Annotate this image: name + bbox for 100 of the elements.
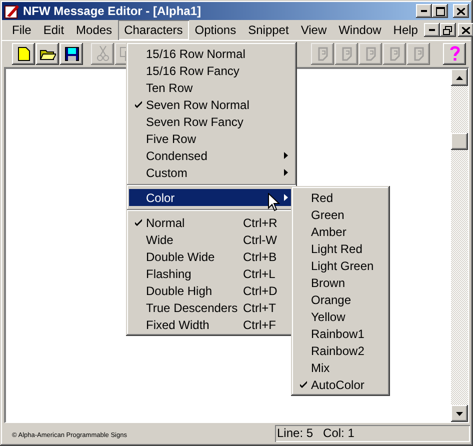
style-button[interactable]: [335, 42, 358, 64]
menu-option[interactable]: Rainbow1: [294, 325, 387, 342]
menu-option[interactable]: AutoColor: [294, 376, 387, 393]
menu-option[interactable]: Flashing Ctrl+L: [129, 265, 294, 282]
open-button[interactable]: [36, 42, 59, 64]
menu-label: Mix: [311, 360, 330, 376]
down-arrow-icon: [456, 412, 463, 416]
submenu-arrow-icon: [284, 194, 288, 201]
font-glyph-icon: [412, 46, 424, 60]
window-title: NFW Message Editor - [Alpha1]: [23, 3, 202, 20]
menu-item[interactable]: Modes: [70, 20, 118, 40]
menu-option[interactable]: Fixed Width Ctrl+F: [129, 316, 294, 333]
menu-option[interactable]: Double Wide Ctrl+B: [129, 248, 294, 265]
menu-option[interactable]: Light Red: [294, 240, 387, 257]
menu-label: AutoColor: [311, 376, 364, 394]
menu-label: Brown: [311, 274, 346, 292]
checkmark-icon: [135, 219, 142, 226]
menu-option[interactable]: Red: [294, 189, 387, 206]
menu-label: 15/16 Row Fancy: [146, 62, 240, 80]
minimize-button[interactable]: [416, 4, 432, 18]
style-button[interactable]: [311, 42, 334, 64]
menu-item[interactable]: Edit: [37, 20, 70, 40]
menu-label: True Descenders: [146, 300, 238, 316]
menu-label: Double Wide: [146, 248, 215, 266]
restore-button[interactable]: [440, 23, 456, 37]
menu-option[interactable]: Orange: [294, 291, 387, 308]
close-icon: [457, 8, 465, 14]
menu-label: Color: [146, 190, 175, 206]
menu-label: Light Green: [311, 258, 374, 274]
menu-label: Wide: [146, 232, 174, 248]
minimize-button[interactable]: [424, 23, 440, 37]
shortcut-text: Ctrl+L: [243, 266, 276, 282]
menu-option[interactable]: Normal Ctrl+R: [129, 214, 294, 231]
menu-option[interactable]: Double High Ctrl+D: [129, 282, 294, 299]
cut-button[interactable]: [91, 42, 114, 64]
maximize-icon: [436, 6, 444, 16]
menu-option[interactable]: Brown: [294, 274, 387, 291]
menu-option[interactable]: Rainbow2: [294, 342, 387, 359]
menu-option[interactable]: Mix: [294, 359, 387, 376]
menu-option[interactable]: 15/16 Row Normal: [129, 45, 294, 62]
scroll-up-button[interactable]: [451, 69, 468, 86]
menu-option[interactable]: True Descenders Ctrl+T: [129, 299, 294, 316]
style-button[interactable]: [407, 42, 430, 64]
close-button[interactable]: [453, 4, 469, 18]
font-glyph-icon: [388, 46, 400, 60]
menu-option[interactable]: Seven Row Fancy: [129, 113, 294, 130]
menu-label: Seven Row Fancy: [146, 114, 244, 130]
menu-item[interactable]: Window: [332, 20, 388, 40]
save-button[interactable]: [60, 42, 83, 64]
shortcut-text: Ctrl+D: [243, 282, 278, 300]
folder-icon: [40, 47, 56, 60]
menu-option[interactable]: Amber: [294, 223, 387, 240]
menu-option[interactable]: 15/16 Row Fancy: [129, 62, 294, 79]
scroll-down-button[interactable]: [451, 405, 468, 422]
menu-label: Condensed: [146, 148, 208, 164]
shortcut-text: Ctrl+T: [243, 300, 277, 316]
menu-option[interactable]: Light Green: [294, 257, 387, 274]
menu-option[interactable]: Yellow: [294, 308, 387, 325]
menu-item[interactable]: Help: [387, 20, 424, 40]
style-button[interactable]: [383, 42, 406, 64]
menu-label: Green: [311, 206, 344, 224]
menu-option[interactable]: Seven Row Normal: [129, 96, 294, 113]
minimize-icon: [421, 10, 427, 12]
question-mark-icon: [450, 46, 460, 62]
menu-label: Ten Row: [146, 80, 193, 96]
font-glyph-icon: [340, 46, 352, 60]
menu-label: Seven Row Normal: [146, 96, 250, 114]
menu-option[interactable]: Ten Row: [129, 79, 294, 96]
menu-option[interactable]: Custom: [129, 164, 294, 181]
style-button[interactable]: [359, 42, 382, 64]
maximize-button[interactable]: [432, 4, 448, 18]
menu-option[interactable]: Color: [129, 189, 294, 206]
menu-item[interactable]: Options: [188, 20, 242, 40]
scissors-icon: [96, 46, 108, 61]
checkmark-icon: [135, 101, 142, 108]
menu-label: Rainbow1: [311, 326, 364, 342]
scroll-thumb[interactable]: [451, 133, 468, 150]
menu-option[interactable]: Wide Ctrl-W: [129, 231, 294, 248]
new-file-icon: [18, 46, 30, 60]
menu-label: Amber: [311, 224, 346, 240]
new-button[interactable]: [12, 42, 35, 64]
submenu-arrow-icon: [284, 152, 288, 159]
menu-label: Flashing: [146, 266, 192, 282]
menu-item[interactable]: File: [6, 20, 38, 40]
menu-item[interactable]: View: [294, 20, 333, 40]
menu-item[interactable]: Snippet: [242, 20, 295, 40]
shortcut-text: Ctrl+R: [243, 214, 278, 232]
help-button[interactable]: [443, 42, 466, 64]
scrollbar[interactable]: [451, 69, 468, 422]
menu-label: 15/16 Row Normal: [146, 46, 246, 62]
menu-option[interactable]: Condensed: [129, 147, 294, 164]
menu-option[interactable]: Green: [294, 206, 387, 223]
close-button[interactable]: [458, 23, 473, 37]
cursor-position: Line: 5 Col: 1: [275, 425, 470, 442]
menu-item[interactable]: Characters: [118, 20, 189, 40]
shortcut-text: Ctrl-W: [243, 232, 278, 248]
menu-option[interactable]: Five Row: [129, 130, 294, 147]
menu-label: Double High: [146, 282, 212, 300]
shortcut-text: Ctrl+B: [243, 248, 278, 266]
menu-label: Normal: [146, 214, 185, 232]
